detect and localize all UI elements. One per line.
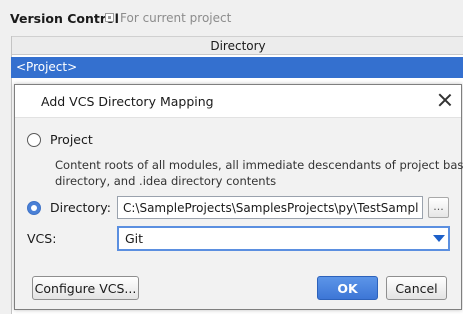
add-vcs-mapping-dialog: Add VCS Directory Mapping Project Conten… <box>14 84 463 310</box>
configure-vcs-label: Configure VCS... <box>34 281 137 296</box>
cancel-button[interactable]: Cancel <box>386 276 447 300</box>
browse-button-label: ... <box>433 200 444 213</box>
chevron-down-icon[interactable] <box>429 228 448 249</box>
cancel-label: Cancel <box>395 281 438 296</box>
column-header-label: Directory <box>210 39 266 53</box>
dialog-titlebar: Add VCS Directory Mapping <box>15 85 461 118</box>
vcs-dropdown[interactable]: Git <box>117 226 450 251</box>
directory-path-field[interactable] <box>117 196 424 219</box>
ok-label: OK <box>337 281 358 296</box>
table-row[interactable]: <Project> <box>11 57 463 78</box>
directory-path-input[interactable] <box>118 197 424 218</box>
directory-radio-label[interactable]: Directory: <box>50 200 111 215</box>
dialog-title: Add VCS Directory Mapping <box>41 94 214 109</box>
project-radio[interactable] <box>27 133 41 147</box>
directory-radio[interactable] <box>27 201 41 215</box>
project-radio-label[interactable]: Project <box>50 132 93 147</box>
ok-button[interactable]: OK <box>317 276 378 300</box>
close-icon[interactable] <box>437 92 453 108</box>
settings-title: Version Control <box>10 11 119 26</box>
column-header-directory[interactable]: Directory <box>12 36 463 55</box>
table-cell-directory: <Project> <box>16 60 78 74</box>
project-scope-icon <box>105 13 114 22</box>
vcs-selected-value: Git <box>125 231 144 246</box>
project-description-line1: Content roots of all modules, all immedi… <box>55 158 463 172</box>
vcs-label: VCS: <box>27 231 57 246</box>
project-description-line2: directory, and .idea directory contents <box>55 174 277 188</box>
scope-label: For current project <box>120 11 232 25</box>
browse-button[interactable]: ... <box>428 197 449 218</box>
configure-vcs-button[interactable]: Configure VCS... <box>32 276 139 300</box>
settings-header: Version Control For current project <box>0 0 463 36</box>
